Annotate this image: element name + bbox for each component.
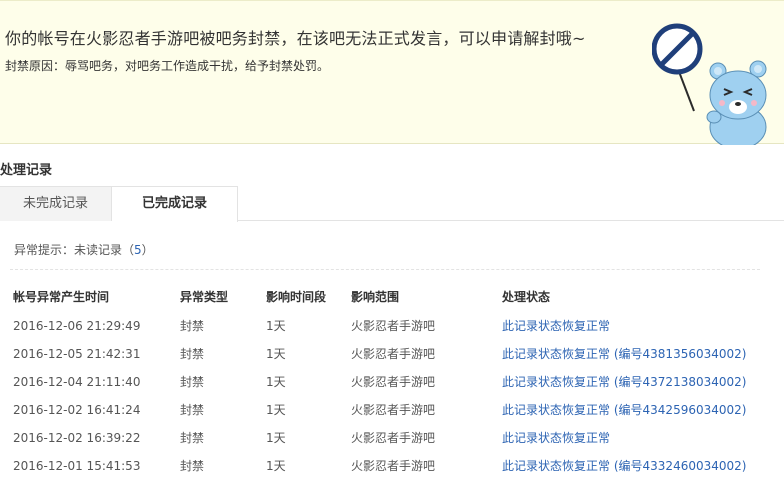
- row-type: 封禁: [180, 459, 205, 473]
- row-status-link[interactable]: 此记录状态恢复正常 (编号4372138034002): [502, 368, 746, 396]
- row-status-link[interactable]: 此记录状态恢复正常 (编号4381356034002): [502, 340, 746, 368]
- unread-count-link[interactable]: 5: [134, 243, 142, 257]
- column-header-scope: 影响范围: [351, 290, 400, 304]
- row-scope: 火影忍者手游吧: [351, 319, 436, 333]
- column-header-duration: 影响时间段: [266, 290, 327, 304]
- table-row: 2016-12-02 16:39:22 封禁 1天 火影忍者手游吧 此记录状态恢…: [0, 424, 784, 452]
- row-duration: 1天: [266, 431, 286, 445]
- row-status-text: 此记录状态恢复正常: [502, 403, 611, 417]
- row-status-text: 此记录状态恢复正常: [502, 459, 611, 473]
- row-status-link[interactable]: 此记录状态恢复正常: [502, 424, 610, 452]
- ban-reason-text: 辱骂吧务，对吧务工作造成干扰，给予封禁处罚。: [65, 59, 330, 73]
- divider: [10, 269, 760, 270]
- table-row: 2016-12-01 15:41:53 封禁 1天 火影忍者手游吧 此记录状态恢…: [0, 452, 784, 480]
- column-header-status: 处理状态: [502, 290, 551, 304]
- column-header-time: 帐号异常产生时间: [13, 290, 110, 304]
- row-type: 封禁: [180, 319, 205, 333]
- ban-notice: 你的帐号在火影忍者手游吧被吧务封禁，在该吧无法正式发言，可以申请解封哦~ 封禁原…: [0, 0, 784, 145]
- anomaly-tip: 异常提示：未读记录（5）: [14, 241, 154, 258]
- row-status-text: 此记录状态恢复正常: [502, 375, 611, 389]
- row-status-text: 此记录状态恢复正常: [502, 431, 611, 445]
- row-ref-number: (编号4342596034002): [613, 403, 747, 417]
- row-type: 封禁: [180, 375, 205, 389]
- row-duration: 1天: [266, 459, 286, 473]
- tab-completed-records[interactable]: 已完成记录: [112, 186, 238, 222]
- ban-reason: 封禁原因：辱骂吧务，对吧务工作造成干扰，给予封禁处罚。: [5, 57, 329, 74]
- row-scope: 火影忍者手游吧: [351, 431, 436, 445]
- row-status-link[interactable]: 此记录状态恢复正常 (编号4342596034002): [502, 396, 746, 424]
- row-duration: 1天: [266, 319, 286, 333]
- anomaly-tip-label: 异常提示：未读记录（: [14, 243, 135, 257]
- row-status-text: 此记录状态恢复正常: [502, 319, 611, 333]
- row-scope: 火影忍者手游吧: [351, 347, 436, 361]
- row-time: 2016-12-04 21:11:40: [13, 375, 141, 389]
- ban-title: 你的帐号在火影忍者手游吧被吧务封禁，在该吧无法正式发言，可以申请解封哦~: [5, 29, 586, 48]
- record-page: 你的帐号在火影忍者手游吧被吧务封禁，在该吧无法正式发言，可以申请解封哦~ 封禁原…: [0, 0, 784, 491]
- row-status-link[interactable]: 此记录状态恢复正常 (编号4332460034002): [502, 452, 746, 480]
- ban-reason-label: 封禁原因：: [5, 59, 66, 73]
- row-ref-number: (编号4372138034002): [613, 375, 747, 389]
- row-status-text: 此记录状态恢复正常: [502, 347, 611, 361]
- row-time: 2016-12-06 21:29:49: [13, 319, 141, 333]
- row-duration: 1天: [266, 403, 286, 417]
- row-status-link[interactable]: 此记录状态恢复正常: [502, 312, 610, 340]
- row-time: 2016-12-02 16:41:24: [13, 403, 141, 417]
- row-scope: 火影忍者手游吧: [351, 459, 436, 473]
- row-time: 2016-12-02 16:39:22: [13, 431, 141, 445]
- table-header: 帐号异常产生时间 异常类型 影响时间段 影响范围 处理状态: [0, 282, 784, 312]
- row-type: 封禁: [180, 347, 205, 361]
- row-time: 2016-12-05 21:42:31: [13, 347, 141, 361]
- row-scope: 火影忍者手游吧: [351, 375, 436, 389]
- records-table: 帐号异常产生时间 异常类型 影响时间段 影响范围 处理状态 2016-12-06…: [0, 282, 784, 480]
- row-type: 封禁: [180, 431, 205, 445]
- row-type: 封禁: [180, 403, 205, 417]
- no-entry-sign-bear-icon: [652, 23, 767, 145]
- row-duration: 1天: [266, 375, 286, 389]
- row-ref-number: (编号4332460034002): [613, 459, 747, 473]
- row-duration: 1天: [266, 347, 286, 361]
- anomaly-tip-suffix: ）: [141, 243, 154, 257]
- table-row: 2016-12-05 21:42:31 封禁 1天 火影忍者手游吧 此记录状态恢…: [0, 340, 784, 368]
- row-time: 2016-12-01 15:41:53: [13, 459, 141, 473]
- row-scope: 火影忍者手游吧: [351, 403, 436, 417]
- table-row: 2016-12-02 16:41:24 封禁 1天 火影忍者手游吧 此记录状态恢…: [0, 396, 784, 424]
- section-title: 处理记录: [0, 163, 53, 178]
- table-row: 2016-12-06 21:29:49 封禁 1天 火影忍者手游吧 此记录状态恢…: [0, 312, 784, 340]
- record-tabs: 未完成记录 已完成记录: [0, 186, 784, 222]
- column-header-type: 异常类型: [180, 290, 229, 304]
- tab-incomplete-records[interactable]: 未完成记录: [0, 186, 112, 221]
- table-row: 2016-12-04 21:11:40 封禁 1天 火影忍者手游吧 此记录状态恢…: [0, 368, 784, 396]
- row-ref-number: (编号4381356034002): [613, 347, 747, 361]
